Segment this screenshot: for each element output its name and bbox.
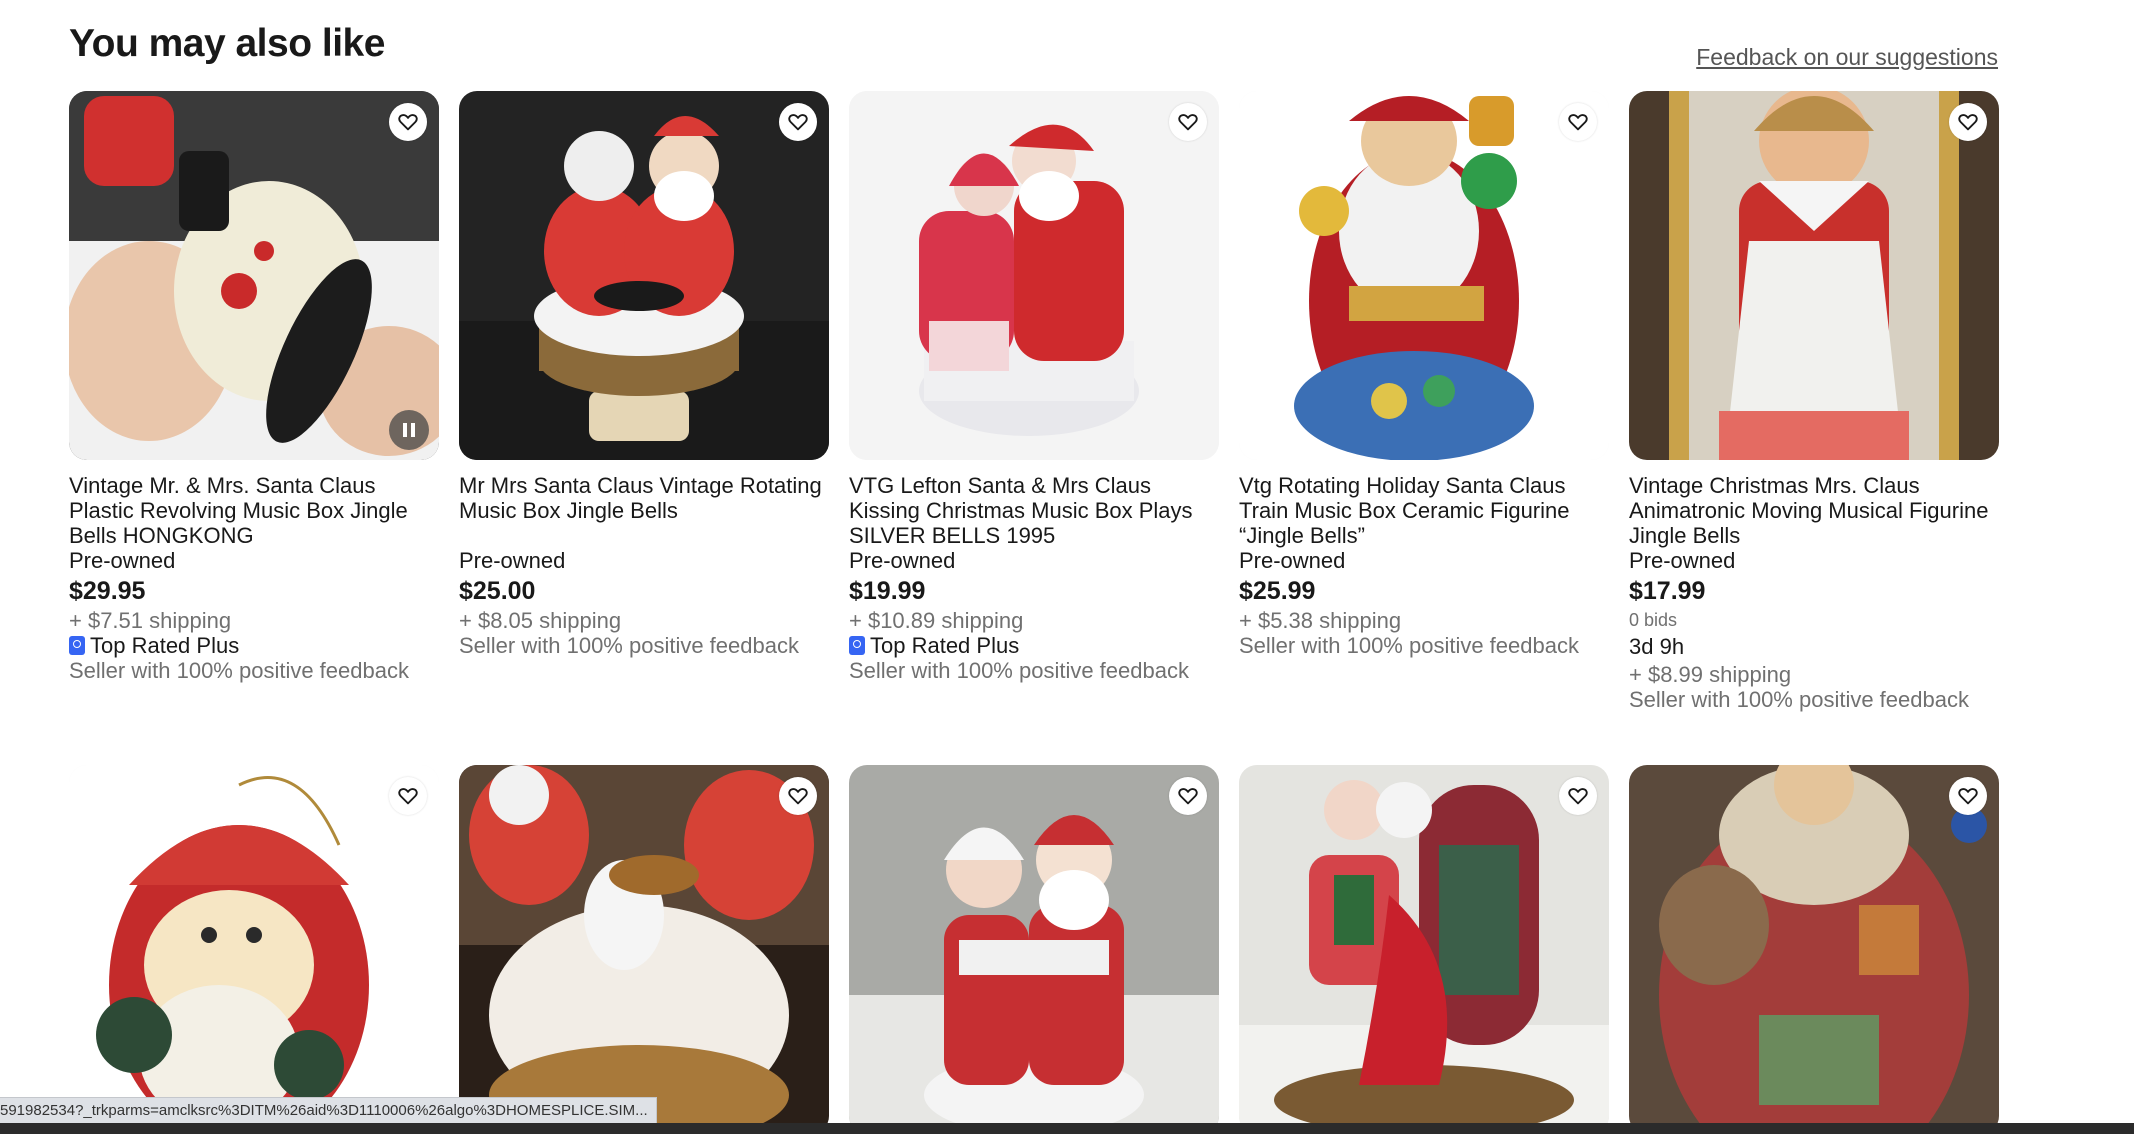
product-image[interactable]: [1239, 91, 1609, 460]
product-price: $17.99: [1629, 577, 1706, 605]
top-rated-plus-icon: [849, 636, 865, 655]
product-title[interactable]: VTG Lefton Santa & Mrs Claus Kissing Chr…: [849, 473, 1219, 548]
heart-outline-icon: [1958, 788, 1978, 805]
time-left: 3d 9h: [1629, 634, 1685, 659]
product-image[interactable]: [459, 91, 829, 460]
product-photo: [849, 765, 1219, 1134]
product-shipping: + $10.89 shipping: [849, 608, 1024, 633]
feedback-on-suggestions-link[interactable]: Feedback on our suggestions: [1696, 44, 1998, 71]
heart-outline-icon: [398, 114, 418, 131]
product-image[interactable]: [69, 765, 439, 1134]
product-card[interactable]: Mr Mrs Santa Claus Vintage Rotating Musi…: [459, 91, 829, 712]
product-title[interactable]: Vtg Rotating Holiday Santa Claus Train M…: [1239, 473, 1609, 548]
product-image[interactable]: [849, 765, 1219, 1134]
product-image[interactable]: [459, 765, 829, 1134]
watch-heart-button[interactable]: [1949, 777, 1987, 815]
top-rated-badge: Top Rated Plus: [69, 633, 439, 658]
watch-heart-button[interactable]: [779, 777, 817, 815]
product-card[interactable]: VTG Lefton Santa & Mrs Claus Kissing Chr…: [849, 91, 1219, 712]
product-photo: [459, 765, 829, 1134]
product-shipping: + $7.51 shipping: [69, 608, 232, 633]
product-shipping: + $8.05 shipping: [459, 608, 622, 633]
seller-feedback: Seller with 100% positive feedback: [1629, 687, 1969, 712]
product-title[interactable]: Vintage Mr. & Mrs. Santa Claus Plastic R…: [69, 473, 439, 548]
product-card[interactable]: [849, 765, 1219, 1134]
product-price: $25.99: [1239, 577, 1316, 605]
bid-count: 0 bids: [1629, 610, 1678, 630]
product-price: $29.95: [69, 577, 146, 605]
watch-heart-button[interactable]: [1169, 103, 1207, 141]
product-photo: [1629, 765, 1999, 1134]
heart-outline-icon: [1958, 114, 1978, 131]
heart-outline-icon: [398, 788, 418, 805]
product-photo: [1629, 91, 1999, 460]
product-card[interactable]: [1629, 765, 1999, 1134]
product-shipping: + $8.99 shipping: [1629, 662, 1792, 687]
product-info: Vintage Christmas Mrs. Claus Animatronic…: [1629, 460, 1999, 712]
recommendations-grid-row2: [69, 765, 1999, 1134]
product-image[interactable]: [1239, 765, 1609, 1134]
page: You may also like Feedback on our sugges…: [0, 0, 2134, 1134]
heart-outline-icon: [788, 788, 808, 805]
product-image[interactable]: [1629, 91, 1999, 460]
product-title[interactable]: Mr Mrs Santa Claus Vintage Rotating Musi…: [459, 473, 829, 548]
product-info: VTG Lefton Santa & Mrs Claus Kissing Chr…: [849, 460, 1219, 683]
product-card[interactable]: [1239, 765, 1609, 1134]
recommendations-grid-row1: Vintage Mr. & Mrs. Santa Claus Plastic R…: [69, 91, 1999, 712]
product-shipping: + $5.38 shipping: [1239, 608, 1402, 633]
product-photo: [849, 91, 1219, 460]
watch-heart-button[interactable]: [389, 777, 427, 815]
product-info: Vtg Rotating Holiday Santa Claus Train M…: [1239, 460, 1609, 658]
product-image[interactable]: [69, 91, 439, 460]
browser-status-bar: 591982534?_trkparms=amclksrc%3DITM%26aid…: [0, 1097, 657, 1124]
product-title[interactable]: Vintage Christmas Mrs. Claus Animatronic…: [1629, 473, 1999, 548]
heart-outline-icon: [1568, 114, 1588, 131]
product-condition: Pre-owned: [459, 548, 566, 573]
product-photo: [69, 765, 439, 1134]
watch-heart-button[interactable]: [389, 103, 427, 141]
top-rated-label: Top Rated Plus: [870, 633, 1020, 658]
product-price: $19.99: [849, 577, 926, 605]
watch-heart-button[interactable]: [1949, 103, 1987, 141]
watch-heart-button[interactable]: [779, 103, 817, 141]
top-rated-badge: Top Rated Plus: [849, 633, 1219, 658]
top-rated-plus-icon: [69, 636, 85, 655]
seller-feedback: Seller with 100% positive feedback: [1239, 633, 1579, 658]
product-photo: [1239, 91, 1609, 460]
product-image[interactable]: [849, 91, 1219, 460]
video-pause-button[interactable]: [389, 410, 429, 450]
product-condition: Pre-owned: [1239, 548, 1346, 573]
product-card[interactable]: Vintage Christmas Mrs. Claus Animatronic…: [1629, 91, 1999, 712]
product-condition: Pre-owned: [1629, 548, 1736, 573]
product-card[interactable]: [69, 765, 439, 1134]
heart-outline-icon: [1178, 114, 1198, 131]
product-photo: [1239, 765, 1609, 1134]
window-bottom-edge: [0, 1123, 2134, 1134]
heart-outline-icon: [788, 114, 808, 131]
watch-heart-button[interactable]: [1559, 103, 1597, 141]
product-card[interactable]: Vintage Mr. & Mrs. Santa Claus Plastic R…: [69, 91, 439, 712]
section-title: You may also like: [69, 22, 385, 65]
section-header: You may also like Feedback on our sugges…: [69, 22, 1998, 82]
product-price: $25.00: [459, 577, 536, 605]
seller-feedback: Seller with 100% positive feedback: [459, 633, 799, 658]
product-image[interactable]: [1629, 765, 1999, 1134]
product-card[interactable]: Vtg Rotating Holiday Santa Claus Train M…: [1239, 91, 1609, 712]
top-rated-label: Top Rated Plus: [90, 633, 240, 658]
seller-feedback: Seller with 100% positive feedback: [849, 658, 1189, 683]
watch-heart-button[interactable]: [1559, 777, 1597, 815]
product-photo: [69, 91, 439, 460]
heart-outline-icon: [1568, 788, 1588, 805]
product-condition: Pre-owned: [849, 548, 956, 573]
watch-heart-button[interactable]: [1169, 777, 1207, 815]
product-info: Vintage Mr. & Mrs. Santa Claus Plastic R…: [69, 460, 439, 683]
heart-outline-icon: [1178, 788, 1198, 805]
seller-feedback: Seller with 100% positive feedback: [69, 658, 409, 683]
product-info: Mr Mrs Santa Claus Vintage Rotating Musi…: [459, 460, 829, 658]
product-condition: Pre-owned: [69, 548, 176, 573]
product-photo: [459, 91, 829, 460]
pause-icon: [403, 423, 407, 437]
product-card[interactable]: [459, 765, 829, 1134]
